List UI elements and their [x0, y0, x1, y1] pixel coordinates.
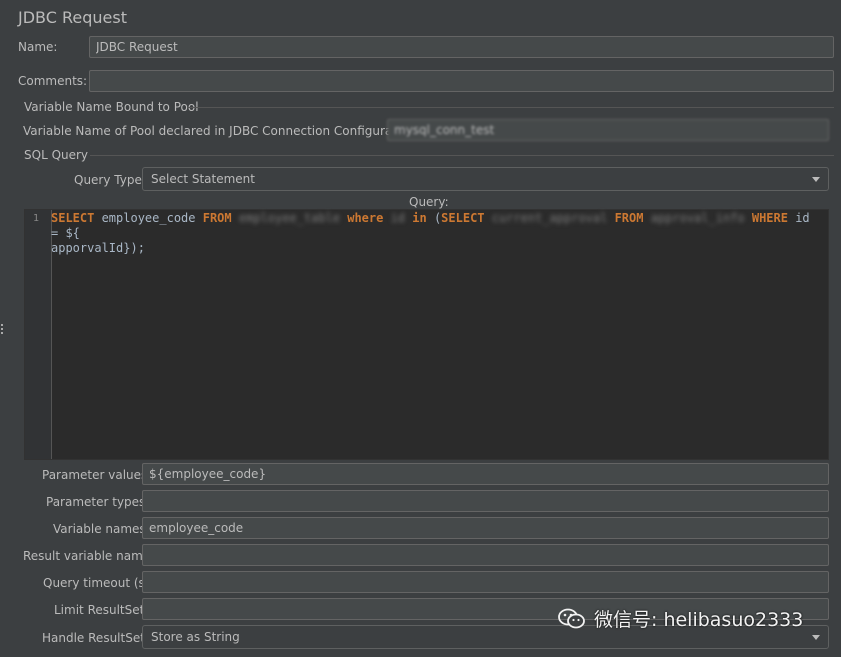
chevron-down-icon: [812, 177, 820, 182]
handle-resultset-value: Store as String: [151, 630, 240, 644]
code-text: employee_code: [94, 211, 203, 225]
pool-section-title: Variable Name Bound to Pool: [24, 100, 199, 114]
watermark-text: 微信号: helibasuo2333: [594, 609, 804, 631]
watermark: 微信号: helibasuo2333: [558, 605, 803, 632]
redacted-text: employee_table: [231, 211, 348, 225]
chevron-down-icon: [812, 635, 820, 640]
keyword: FROM: [614, 211, 644, 225]
parameter-values-field[interactable]: [142, 463, 829, 485]
variable-names-field[interactable]: [142, 517, 829, 539]
keyword: where: [347, 211, 384, 225]
editor-scrollbar[interactable]: [818, 210, 828, 459]
name-label: Name:: [18, 40, 58, 54]
query-label: Query:: [409, 195, 449, 209]
variable-names-label: Variable names:: [53, 522, 150, 536]
redacted-text: id: [383, 211, 413, 225]
keyword: in: [412, 211, 427, 225]
line-number-gutter: 1: [25, 210, 52, 459]
handle-resultset-label: Handle ResultSet:: [42, 631, 149, 645]
keyword: SELECT: [51, 211, 95, 225]
sql-section-divider: [90, 155, 834, 156]
keyword: SELECT: [441, 211, 485, 225]
code-text: (: [426, 211, 442, 225]
query-editor[interactable]: 1 SELECT employee_code FROM employee_tab…: [24, 209, 829, 460]
redacted-text: current_approval: [484, 211, 615, 225]
wechat-icon: [558, 608, 586, 630]
query-code[interactable]: SELECT employee_code FROM employee_table…: [51, 210, 818, 256]
sql-section-title: SQL Query: [24, 148, 89, 162]
result-variable-field[interactable]: [142, 544, 829, 566]
parameter-types-label: Parameter types:: [46, 495, 150, 509]
query-timeout-label: Query timeout (s):: [43, 576, 154, 590]
pool-name-field[interactable]: [387, 119, 829, 141]
parameter-types-field[interactable]: [142, 490, 829, 512]
keyword: FROM: [202, 211, 232, 225]
comments-field[interactable]: [89, 70, 834, 92]
query-type-label: Query Type:: [74, 173, 146, 187]
panel-title: JDBC Request: [18, 8, 127, 27]
query-type-select[interactable]: Select Statement: [142, 167, 829, 191]
name-field[interactable]: [89, 36, 834, 58]
parameter-values-label: Parameter values:: [42, 468, 152, 482]
line-number: 1: [33, 213, 40, 224]
result-variable-label: Result variable name:: [23, 549, 155, 563]
splitter-handle[interactable]: [1, 324, 4, 336]
pool-section-divider: [188, 107, 834, 108]
redacted-text: approval_info: [643, 211, 752, 225]
pool-name-label: Variable Name of Pool declared in JDBC C…: [23, 124, 420, 138]
code-text: apporvalId});: [51, 241, 145, 255]
comments-label: Comments:: [18, 74, 88, 88]
keyword: WHERE: [751, 211, 788, 225]
limit-resultset-label: Limit ResultSet:: [54, 603, 149, 617]
query-type-value: Select Statement: [151, 172, 255, 186]
query-timeout-field[interactable]: [142, 571, 829, 593]
